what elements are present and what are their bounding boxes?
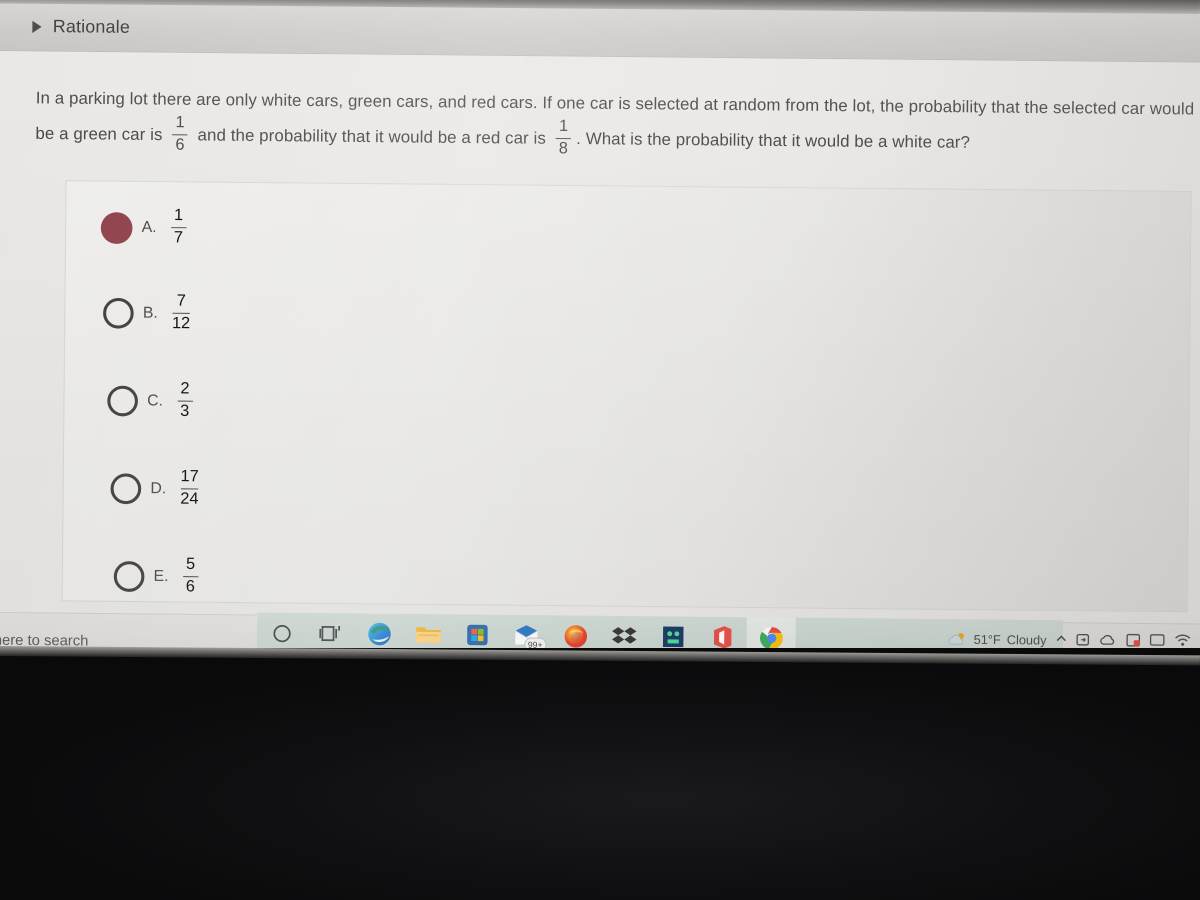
fraction-bar [172, 312, 191, 315]
question-part-3: . What is the probability that it would … [576, 129, 971, 153]
firefox-icon[interactable] [551, 615, 600, 648]
onedrive-icon[interactable] [1099, 633, 1118, 648]
edge-icon[interactable] [355, 613, 404, 648]
wifi-icon[interactable] [1174, 633, 1191, 648]
cortana-circle-icon[interactable] [257, 612, 306, 648]
taskbar-app-area: 99+ [256, 612, 1064, 648]
monitor-screen: Rationale In a parking lot there are onl… [0, 0, 1200, 648]
green-fraction-denominator: 6 [175, 136, 185, 155]
laptop-bezel: STAEDTLER permanent marker Lumocolor wat… [0, 648, 1200, 900]
choice-e-letter: E. [153, 568, 169, 586]
fraction-bar [180, 487, 199, 490]
choice-b-letter: B. [142, 304, 158, 323]
weather-widget[interactable]: 51°F Cloudy [947, 631, 1047, 648]
radio-button-c[interactable] [107, 386, 139, 417]
fraction-bar [170, 226, 187, 229]
triangle-right-icon[interactable] [32, 20, 42, 34]
question-text: In a parking lot there are only white ca… [35, 82, 1198, 166]
answer-choices-panel: A. 1 7 B. 7 12 C. 2 3 D. 17 24 E. 5 6 [61, 180, 1192, 613]
choice-b-fraction: 7 12 [171, 292, 191, 333]
choice-c-letter: C. [147, 392, 164, 411]
choice-c[interactable]: C. 2 3 [107, 380, 198, 422]
radio-button-a[interactable] [100, 212, 133, 244]
onedrive-sync-icon[interactable] [1076, 632, 1091, 648]
fraction-bar [182, 575, 199, 578]
choice-e-numerator: 5 [185, 555, 196, 574]
cloud-icon [948, 632, 964, 645]
choice-b-denominator: 12 [171, 315, 191, 333]
chevron-up-icon[interactable] [1055, 632, 1068, 648]
choice-a-numerator: 1 [174, 206, 184, 225]
weather-condition: Cloudy [1006, 632, 1047, 648]
mail-icon[interactable]: 99+ [502, 615, 551, 648]
choice-e[interactable]: E. 5 6 [113, 555, 204, 597]
weather-temperature: 51°F [973, 632, 1001, 648]
question-part-2: and the probability that it would be a r… [197, 126, 547, 148]
choice-d-denominator: 24 [180, 490, 199, 509]
file-explorer-icon[interactable] [404, 614, 453, 648]
system-tray: 51°F Cloudy [947, 619, 1200, 648]
choice-e-fraction: 5 6 [182, 555, 199, 597]
app-blue-icon[interactable] [649, 616, 698, 648]
fraction-bar [555, 137, 572, 140]
fraction-bar [172, 134, 188, 136]
office-icon[interactable] [698, 617, 747, 648]
choice-d-fraction: 17 24 [180, 467, 199, 509]
display-icon[interactable] [1149, 633, 1165, 648]
green-car-fraction: 1 6 [172, 114, 188, 155]
chrome-icon[interactable] [746, 617, 796, 648]
green-fraction-numerator: 1 [175, 114, 185, 132]
choice-a-denominator: 7 [173, 229, 184, 247]
dropbox-icon[interactable] [600, 616, 649, 648]
task-view-icon[interactable] [306, 613, 355, 648]
choice-c-numerator: 2 [180, 380, 190, 398]
mail-badge: 99+ [523, 637, 547, 648]
choice-b-numerator: 7 [176, 292, 186, 310]
rationale-label: Rationale [52, 15, 131, 37]
choice-e-denominator: 6 [185, 578, 195, 596]
choice-b[interactable]: B. 7 12 [102, 292, 196, 335]
choice-d-letter: D. [150, 480, 167, 498]
choice-a-fraction: 1 7 [170, 206, 187, 248]
radio-button-d[interactable] [110, 473, 142, 505]
action-center-icon[interactable] [1126, 633, 1141, 648]
radio-button-e[interactable] [113, 561, 145, 593]
choice-c-denominator: 3 [180, 402, 190, 421]
fraction-bar [177, 400, 193, 402]
choice-a[interactable]: A. 1 7 [100, 206, 192, 248]
choice-a-letter: A. [141, 219, 157, 237]
red-fraction-denominator: 8 [558, 140, 569, 158]
radio-button-b[interactable] [102, 298, 134, 330]
red-fraction-numerator: 1 [558, 117, 569, 136]
choice-c-fraction: 2 3 [177, 380, 193, 421]
choice-d[interactable]: D. 17 24 [110, 467, 203, 510]
red-car-fraction: 1 8 [555, 117, 572, 159]
store-icon[interactable] [453, 614, 502, 648]
choice-d-numerator: 17 [180, 467, 199, 486]
